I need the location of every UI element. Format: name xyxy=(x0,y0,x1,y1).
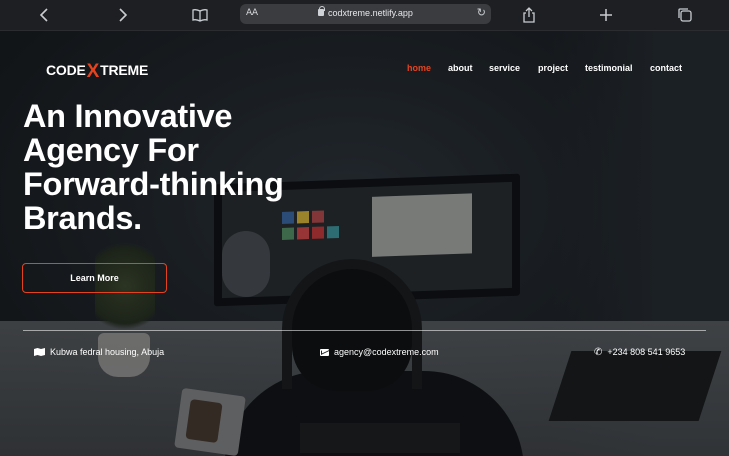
headline-line: Agency For xyxy=(23,132,199,168)
hero-background-photo xyxy=(0,31,729,456)
contact-address: Kubwa fedral housing, Abuja xyxy=(34,347,164,357)
phone-text[interactable]: +234 808 541 9653 xyxy=(607,347,685,357)
nav-link-about[interactable]: about xyxy=(448,63,473,73)
contact-phone[interactable]: ✆ +234 808 541 9653 xyxy=(594,347,685,357)
hero-section xyxy=(0,31,729,456)
nav-link-home[interactable]: home xyxy=(407,63,431,73)
browser-toolbar: AA codxtreme.netlify.app ↻ xyxy=(0,0,729,31)
address-bar[interactable]: AA codxtreme.netlify.app ↻ xyxy=(240,4,491,24)
contact-email[interactable]: agency@codextreme.com xyxy=(320,347,439,357)
chevron-left-icon[interactable] xyxy=(36,6,54,24)
headline-line: An Innovative xyxy=(23,98,233,134)
headline-line: Forward-thinking xyxy=(23,166,284,202)
url-text: codxtreme.netlify.app xyxy=(328,8,413,18)
address-text: Kubwa fedral housing, Abuja xyxy=(50,347,165,357)
envelope-icon xyxy=(320,348,329,356)
reload-icon[interactable]: ↻ xyxy=(477,6,486,19)
nav-link-project[interactable]: project xyxy=(538,63,568,73)
share-icon[interactable] xyxy=(520,6,538,24)
headline-line: Brands. xyxy=(23,200,142,236)
hero-headline: An Innovative Agency For Forward-thinkin… xyxy=(23,99,383,235)
divider xyxy=(23,330,706,331)
url-display[interactable]: codxtreme.netlify.app xyxy=(240,6,491,18)
plus-icon[interactable] xyxy=(597,6,615,24)
tabs-icon[interactable] xyxy=(676,6,694,24)
main-nav: home about service project testimonial c… xyxy=(0,63,729,75)
email-text[interactable]: agency@codextreme.com xyxy=(334,347,439,357)
learn-more-button[interactable]: Learn More xyxy=(22,263,167,293)
book-icon[interactable] xyxy=(191,6,209,24)
nav-link-service[interactable]: service xyxy=(489,63,520,73)
phone-icon: ✆ xyxy=(594,346,603,358)
nav-link-testimonial[interactable]: testimonial xyxy=(585,63,633,73)
map-icon xyxy=(34,348,45,356)
nav-link-contact[interactable]: contact xyxy=(650,63,682,73)
chevron-right-icon[interactable] xyxy=(113,6,131,24)
lock-icon xyxy=(318,6,326,16)
